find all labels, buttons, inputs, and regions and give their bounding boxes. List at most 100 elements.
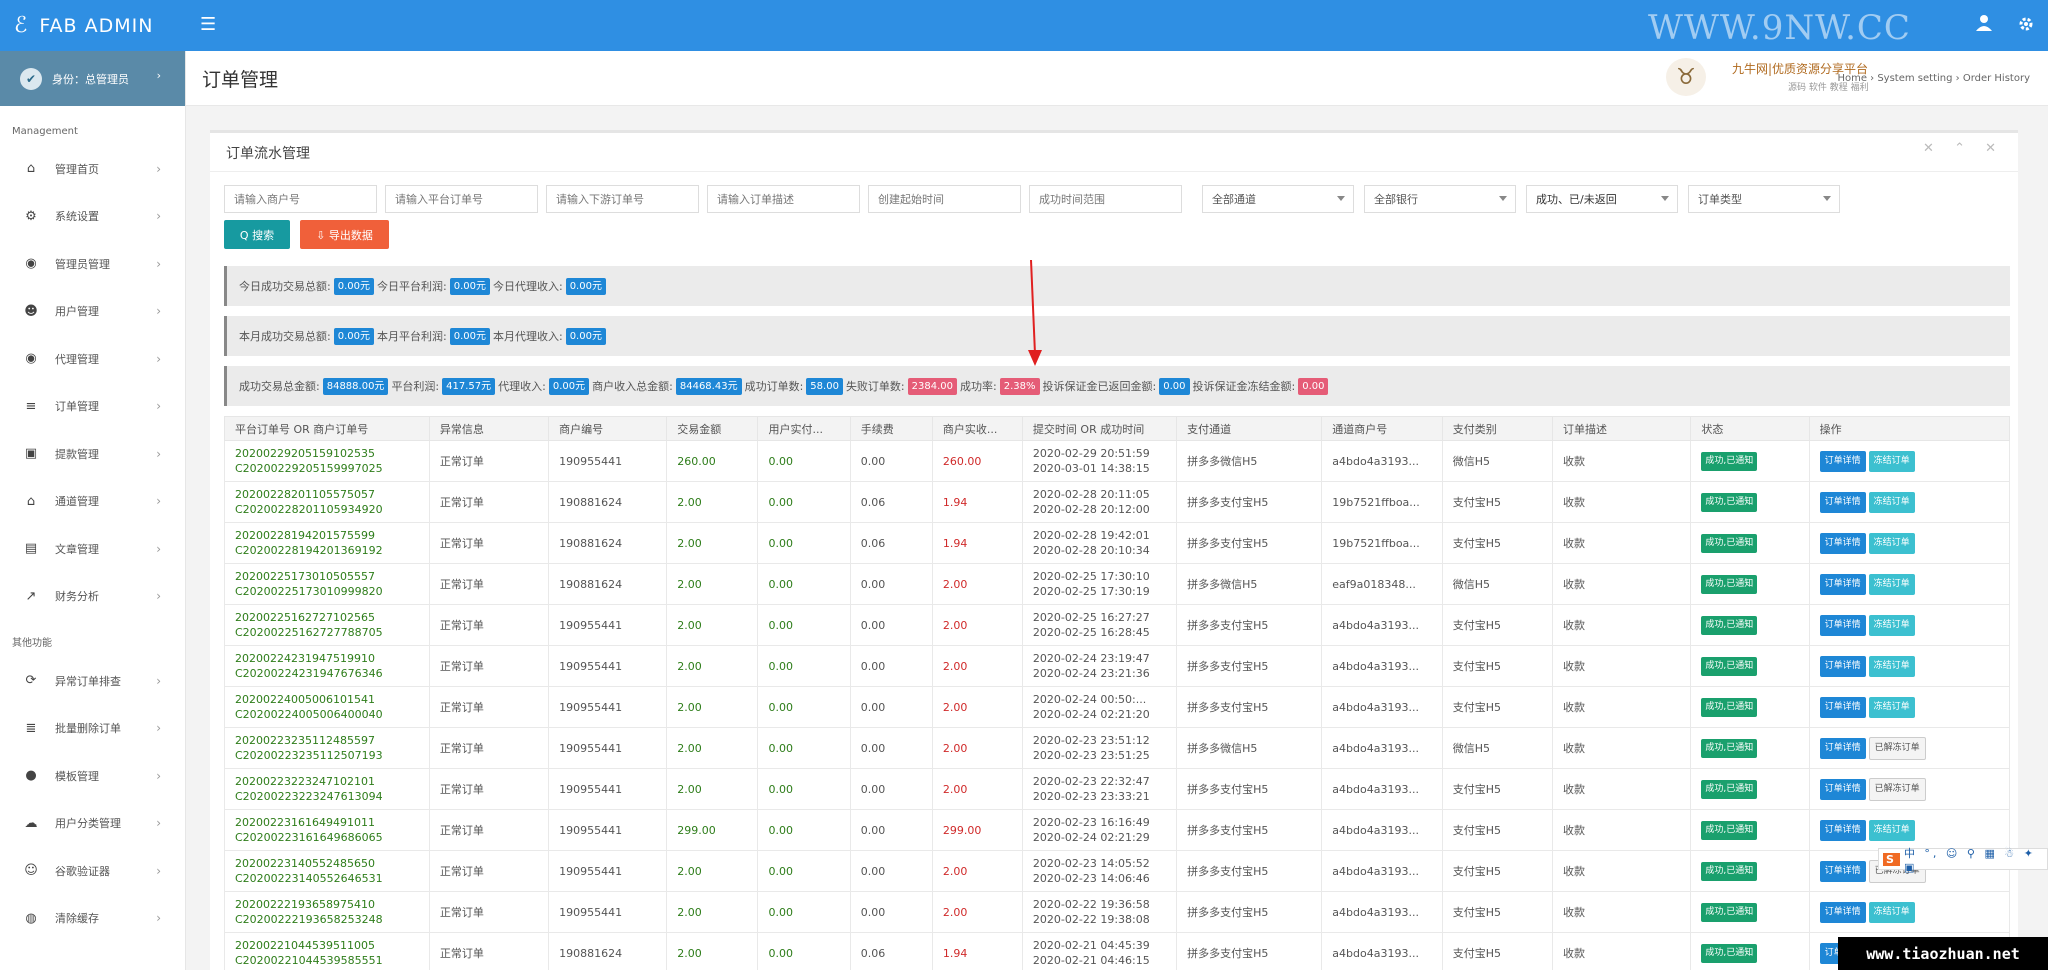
platform-order-no[interactable]: 20200223161649491011 bbox=[235, 815, 419, 830]
gear-icon[interactable] bbox=[2018, 13, 2034, 37]
freeze-order-button[interactable]: 冻结订单 bbox=[1868, 532, 1915, 554]
column-header[interactable]: 交易金额 bbox=[666, 416, 759, 441]
column-header[interactable]: 操作 bbox=[1808, 416, 2010, 441]
channel-select[interactable]: 全部通道 bbox=[1202, 185, 1354, 213]
platform-order-no[interactable]: 20200223140552485650 bbox=[235, 856, 419, 871]
ime-buttons[interactable]: 中 °, ☺ ⚲ ▦ ☃ ✦ ▣ bbox=[1904, 845, 2047, 874]
merchant-order-no[interactable]: C20200225162727788705 bbox=[235, 625, 419, 640]
order-detail-button[interactable]: 订单详情 bbox=[1819, 901, 1866, 923]
order-detail-button[interactable]: 订单详情 bbox=[1819, 819, 1866, 841]
sidebar-item[interactable]: ▤ 文章管理 › bbox=[0, 525, 185, 573]
sidebar-item[interactable]: ☻ 用户管理 › bbox=[0, 288, 185, 336]
table-row[interactable]: 20200224005006101541 C2020022400500640004… bbox=[224, 686, 2010, 728]
column-header[interactable]: 手续费 bbox=[849, 416, 933, 441]
order-type-select[interactable]: 订单类型 bbox=[1688, 185, 1840, 213]
sidebar-item[interactable]: ◍ 清除缓存 › bbox=[0, 895, 185, 943]
order-detail-button[interactable]: 订单详情 bbox=[1819, 737, 1866, 759]
table-row[interactable]: 20200228194201575599 C2020022819420136919… bbox=[224, 522, 2010, 564]
column-header[interactable]: 平台订单号 OR 商户订单号 bbox=[224, 416, 430, 441]
column-header[interactable]: 通道商户号 bbox=[1321, 416, 1443, 441]
platform-order-no[interactable]: 20200223223247102101 bbox=[235, 774, 419, 789]
column-header[interactable]: 用户实付... bbox=[757, 416, 851, 441]
table-row[interactable]: 20200223235112485597 C2020022323511250719… bbox=[224, 727, 2010, 769]
table-row[interactable]: 20200223223247102101 C2020022322324761309… bbox=[224, 768, 2010, 810]
freeze-order-button[interactable]: 冻结订单 bbox=[1868, 491, 1915, 513]
column-header[interactable]: 支付类别 bbox=[1441, 416, 1553, 441]
platform-order-no[interactable]: 20200224005006101541 bbox=[235, 692, 419, 707]
table-row[interactable]: 20200223161649491011 C2020022316164968606… bbox=[224, 809, 2010, 851]
ime-toolbar[interactable]: S 中 °, ☺ ⚲ ▦ ☃ ✦ ▣ bbox=[1878, 847, 2048, 874]
platform-order-no[interactable]: 20200223235112485597 bbox=[235, 733, 419, 748]
freeze-order-button[interactable]: 冻结订单 bbox=[1868, 655, 1915, 677]
order-detail-button[interactable]: 订单详情 bbox=[1819, 450, 1866, 472]
sidebar-item[interactable]: ≣ 批量删除订单 › bbox=[0, 705, 185, 753]
order-detail-button[interactable]: 订单详情 bbox=[1819, 573, 1866, 595]
column-header[interactable]: 商户编号 bbox=[548, 416, 668, 441]
order-detail-button[interactable]: 订单详情 bbox=[1819, 860, 1866, 882]
merchant-order-no[interactable]: C20200222193658253248 bbox=[235, 912, 419, 927]
table-row[interactable]: 20200225173010505557 C2020022517301099982… bbox=[224, 563, 2010, 605]
order-detail-button[interactable]: 订单详情 bbox=[1819, 655, 1866, 677]
platform-order-no[interactable]: 20200225173010505557 bbox=[235, 569, 419, 584]
sidebar-item[interactable]: ⌂ 通道管理 › bbox=[0, 478, 185, 526]
merchant-order-no[interactable]: C20200223223247613094 bbox=[235, 789, 419, 804]
unfrozen-order-button[interactable]: 已解冻订单 bbox=[1868, 736, 1926, 760]
table-row[interactable]: 20200225162727102565 C2020022516272778870… bbox=[224, 604, 2010, 646]
sidebar-item[interactable]: ⌂ 管理首页 › bbox=[0, 145, 185, 193]
freeze-order-button[interactable]: 冻结订单 bbox=[1868, 819, 1915, 841]
platform-order-no[interactable]: 20200222193658975410 bbox=[235, 897, 419, 912]
sidebar-item[interactable]: ◉ 管理员管理 › bbox=[0, 240, 185, 288]
column-header[interactable]: 商户实收... bbox=[931, 416, 1023, 441]
order-desc-input[interactable] bbox=[707, 185, 860, 213]
freeze-order-button[interactable]: 冻结订单 bbox=[1868, 614, 1915, 636]
status-select[interactable]: 成功、已/未返回 bbox=[1526, 185, 1678, 213]
column-header[interactable]: 异常信息 bbox=[428, 416, 550, 441]
platform-order-no[interactable]: 20200224231947519910 bbox=[235, 651, 419, 666]
sidebar-item[interactable]: ● 模板管理 › bbox=[0, 752, 185, 800]
table-row[interactable]: 20200229205159102535 C2020022920515999702… bbox=[224, 440, 2010, 482]
sidebar-item[interactable]: ◉ 代理管理 › bbox=[0, 335, 185, 383]
user-icon[interactable] bbox=[1975, 13, 1993, 37]
order-detail-button[interactable]: 订单详情 bbox=[1819, 614, 1866, 636]
merchant-order-no[interactable]: C20200223161649686065 bbox=[235, 830, 419, 845]
sidebar-item[interactable]: ⟳ 异常订单排查 › bbox=[0, 657, 185, 705]
merchant-order-no[interactable]: C20200224231947676346 bbox=[235, 666, 419, 681]
freeze-order-button[interactable]: 冻结订单 bbox=[1868, 696, 1915, 718]
unfrozen-order-button[interactable]: 已解冻订单 bbox=[1868, 777, 1926, 801]
merchant-order-no[interactable]: C20200221044539585551 bbox=[235, 953, 419, 968]
sidebar-item[interactable]: ≡ 订单管理 › bbox=[0, 383, 185, 431]
table-row[interactable]: 20200228201105575057 C2020022820110593492… bbox=[224, 481, 2010, 523]
column-header[interactable]: 订单描述 bbox=[1551, 416, 1692, 441]
freeze-order-button[interactable]: 冻结订单 bbox=[1868, 450, 1915, 472]
column-header[interactable]: 支付通道 bbox=[1176, 416, 1323, 441]
merchant-order-no[interactable]: C20200228201105934920 bbox=[235, 502, 419, 517]
freeze-order-button[interactable]: 冻结订单 bbox=[1868, 573, 1915, 595]
platform-order-no[interactable]: 20200229205159102535 bbox=[235, 446, 419, 461]
identity-panel[interactable]: ✔ 身份：总管理员 › bbox=[0, 51, 185, 106]
table-row[interactable]: 20200223140552485650 C2020022314055264653… bbox=[224, 850, 2010, 892]
merchant-order-no[interactable]: C20200229205159997025 bbox=[235, 461, 419, 476]
merchant-no-input[interactable] bbox=[224, 185, 377, 213]
menu-toggle-icon[interactable]: ☰ bbox=[200, 14, 216, 35]
platform-order-no[interactable]: 20200228194201575599 bbox=[235, 528, 419, 543]
sidebar-item[interactable]: ▣ 提款管理 › bbox=[0, 430, 185, 478]
sidebar-item[interactable]: ☺ 谷歌验证器 › bbox=[0, 847, 185, 895]
sidebar-item[interactable]: ⚙ 系统设置 › bbox=[0, 193, 185, 241]
merchant-order-no[interactable]: C20200228194201369192 bbox=[235, 543, 419, 558]
brand[interactable]: ℰ FAB ADMIN bbox=[0, 0, 186, 51]
start-time-input[interactable] bbox=[868, 185, 1021, 213]
table-row[interactable]: 20200221044539511005 C2020022104453958555… bbox=[224, 932, 2010, 970]
platform-order-no[interactable]: 20200221044539511005 bbox=[235, 938, 419, 953]
order-detail-button[interactable]: 订单详情 bbox=[1819, 778, 1866, 800]
platform-order-no[interactable]: 20200225162727102565 bbox=[235, 610, 419, 625]
platform-order-input[interactable] bbox=[385, 185, 538, 213]
freeze-order-button[interactable]: 冻结订单 bbox=[1868, 901, 1915, 923]
column-header[interactable]: 状态 bbox=[1690, 416, 1810, 441]
export-button[interactable]: ⇩ 导出数据 bbox=[300, 220, 389, 249]
bank-select[interactable]: 全部银行 bbox=[1364, 185, 1516, 213]
table-row[interactable]: 20200224231947519910 C2020022423194767634… bbox=[224, 645, 2010, 687]
success-range-input[interactable] bbox=[1029, 185, 1182, 213]
platform-order-no[interactable]: 20200228201105575057 bbox=[235, 487, 419, 502]
downstream-order-input[interactable] bbox=[546, 185, 699, 213]
merchant-order-no[interactable]: C20200223140552646531 bbox=[235, 871, 419, 886]
